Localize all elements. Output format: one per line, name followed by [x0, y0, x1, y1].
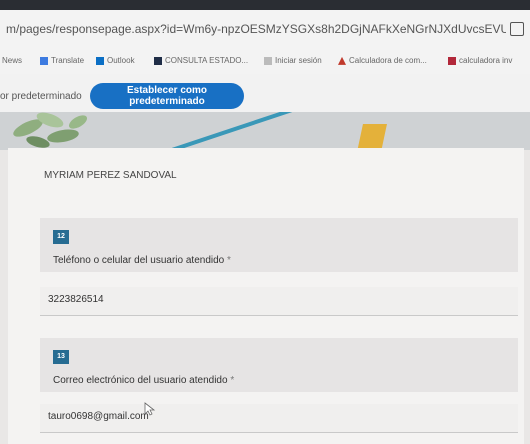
bookmark-consulta[interactable]: CONSULTA ESTADO...: [154, 56, 248, 65]
question-label: Teléfono o celular del usuario atendido …: [53, 255, 231, 266]
email-field[interactable]: tauro0698@gmail.com: [40, 404, 518, 433]
banner-decoration: [357, 124, 387, 150]
bookmark-translate[interactable]: Translate: [40, 56, 84, 65]
set-default-button[interactable]: Establecer como predeterminado: [90, 83, 244, 109]
window-top-bar: [0, 0, 530, 10]
bookmark-iniciar[interactable]: Iniciar sesión: [264, 56, 322, 65]
phone-field[interactable]: 3223826514: [40, 287, 518, 316]
outlook-label: Outlook: [107, 56, 135, 65]
question-number-badge: 13: [53, 350, 69, 364]
question-13: 13 Correo electrónico del usuario atendi…: [40, 338, 518, 392]
calculator-inv-icon: [448, 56, 456, 65]
form-banner-image: [0, 112, 530, 150]
previous-answer-value: MYRIAM PEREZ SANDOVAL: [44, 170, 177, 181]
bookmark-news[interactable]: News: [2, 56, 22, 65]
required-marker: *: [224, 255, 231, 266]
extension-icon[interactable]: [510, 22, 524, 36]
address-bar[interactable]: m/pages/responsepage.aspx?id=Wm6y-npzOES…: [0, 10, 530, 53]
bookmark-calculadora[interactable]: Calculadora de com...: [338, 56, 427, 65]
question-label-text: Teléfono o celular del usuario atendido: [53, 255, 225, 266]
translate-icon: [40, 56, 48, 65]
question-label: Correo electrónico del usuario atendido …: [53, 375, 234, 386]
mouse-cursor-icon: [144, 402, 156, 416]
news-label: News: [2, 56, 23, 65]
bookmarks-bar: News Translate Outlook CONSULTA ESTADO..…: [0, 52, 530, 75]
calculator-icon: [338, 56, 346, 65]
phone-field-value: 3223826514: [48, 294, 104, 305]
required-marker: *: [227, 375, 235, 386]
consulta-icon: [154, 56, 162, 65]
email-field-value: tauro0698@gmail.com: [48, 411, 149, 422]
url-text[interactable]: m/pages/responsepage.aspx?id=Wm6y-npzOES…: [6, 22, 506, 36]
translate-label: Translate: [51, 56, 85, 65]
page-icon: [264, 56, 272, 65]
calculadora-label: Calculadora de com...: [349, 56, 427, 65]
bookmark-outlook[interactable]: Outlook: [96, 56, 135, 65]
calculadora-inv-label: calculadora inv: [459, 56, 513, 65]
pen-icon: [172, 112, 292, 150]
bookmark-calculadora-inv[interactable]: calculadora inv: [448, 56, 512, 65]
consulta-label: CONSULTA ESTADO...: [165, 56, 249, 65]
iniciar-label: Iniciar sesión: [275, 56, 322, 65]
infobar-text: or predeterminado: [0, 91, 82, 102]
question-number-badge: 12: [53, 230, 69, 244]
question-12: 12 Teléfono o celular del usuario atendi…: [40, 218, 518, 272]
outlook-icon: [96, 56, 104, 65]
question-label-text: Correo electrónico del usuario atendido: [53, 375, 228, 386]
plant-icon: [13, 112, 88, 148]
